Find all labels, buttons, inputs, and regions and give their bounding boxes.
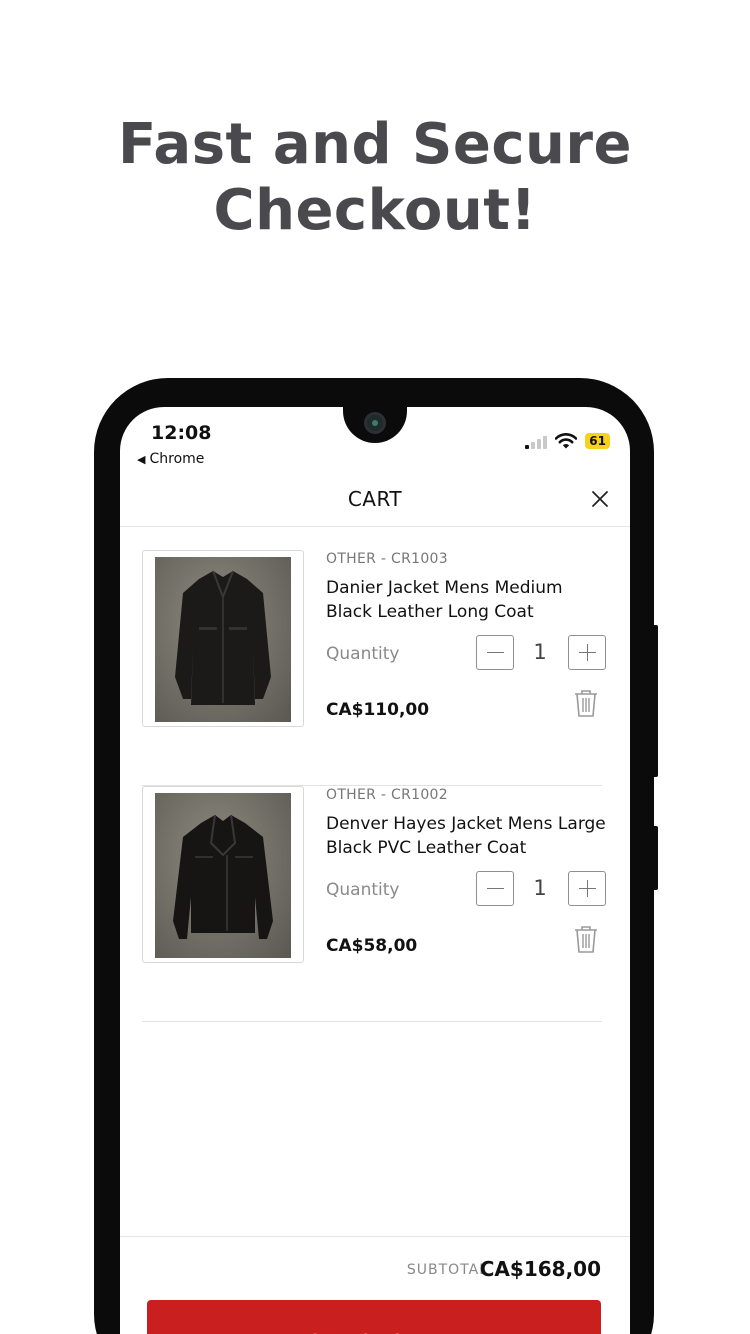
product-image[interactable] — [142, 550, 304, 727]
cart-title: CART — [347, 487, 403, 511]
cart-item: OTHER - CR1003 Danier Jacket Mens Medium… — [142, 550, 606, 786]
phone-screen: 12:08 ◀ Chrome 61 CART OTHER - CR1003 Da… — [120, 407, 630, 1334]
promo-headline-line2: Checkout! — [213, 178, 537, 243]
subtotal-value: CA$168,00 — [479, 1257, 601, 1281]
wifi-icon — [555, 433, 578, 449]
leather-long-coat-image — [155, 557, 291, 722]
cart-item: OTHER - CR1002 Denver Hayes Jacket Mens … — [142, 786, 606, 1022]
leather-jacket-image — [155, 793, 291, 958]
quantity-label: Quantity — [326, 880, 400, 900]
cart-header: CART — [120, 479, 630, 527]
quantity-decrease-button[interactable] — [476, 635, 514, 670]
promo-headline: Fast and Secure Checkout! — [0, 112, 750, 244]
trash-icon[interactable] — [572, 688, 600, 718]
quantity-value: 1 — [533, 876, 547, 900]
phone-side-button — [652, 826, 658, 890]
quantity-label: Quantity — [326, 644, 400, 664]
phone-side-button — [652, 625, 658, 777]
cart-footer: SUBTOTAL CA$168,00 CHECKOUT — [120, 1236, 630, 1334]
status-time: 12:08 — [151, 422, 212, 444]
product-sku: OTHER - CR1003 — [326, 551, 448, 567]
product-image[interactable] — [142, 786, 304, 963]
quantity-decrease-button[interactable] — [476, 871, 514, 906]
quantity-value: 1 — [533, 640, 547, 664]
product-name[interactable]: Danier Jacket Mens Medium Black Leather … — [326, 576, 606, 624]
battery-icon: 61 — [585, 433, 610, 449]
product-price: CA$110,00 — [326, 700, 430, 720]
camera-icon — [364, 412, 386, 434]
promo-headline-line1: Fast and Secure — [117, 112, 633, 177]
back-app-name: Chrome — [149, 451, 205, 467]
jacket-icon — [173, 814, 273, 939]
product-name[interactable]: Denver Hayes Jacket Mens Large Black PVC… — [326, 812, 606, 860]
product-sku: OTHER - CR1002 — [326, 787, 448, 803]
trash-icon[interactable] — [572, 924, 600, 954]
back-to-app-link[interactable]: ◀ Chrome — [137, 451, 204, 467]
back-triangle-icon: ◀ — [137, 453, 146, 466]
close-icon[interactable] — [588, 487, 612, 511]
signal-icon — [525, 435, 548, 449]
quantity-increase-button[interactable] — [568, 871, 606, 906]
item-divider — [142, 1021, 602, 1022]
product-price: CA$58,00 — [326, 936, 418, 956]
coat-icon — [175, 570, 271, 705]
checkout-button[interactable]: CHECKOUT — [147, 1300, 601, 1334]
quantity-increase-button[interactable] — [568, 635, 606, 670]
subtotal-label: SUBTOTAL — [406, 1262, 488, 1278]
status-icons: 61 — [525, 433, 610, 449]
camera-notch — [343, 407, 407, 443]
